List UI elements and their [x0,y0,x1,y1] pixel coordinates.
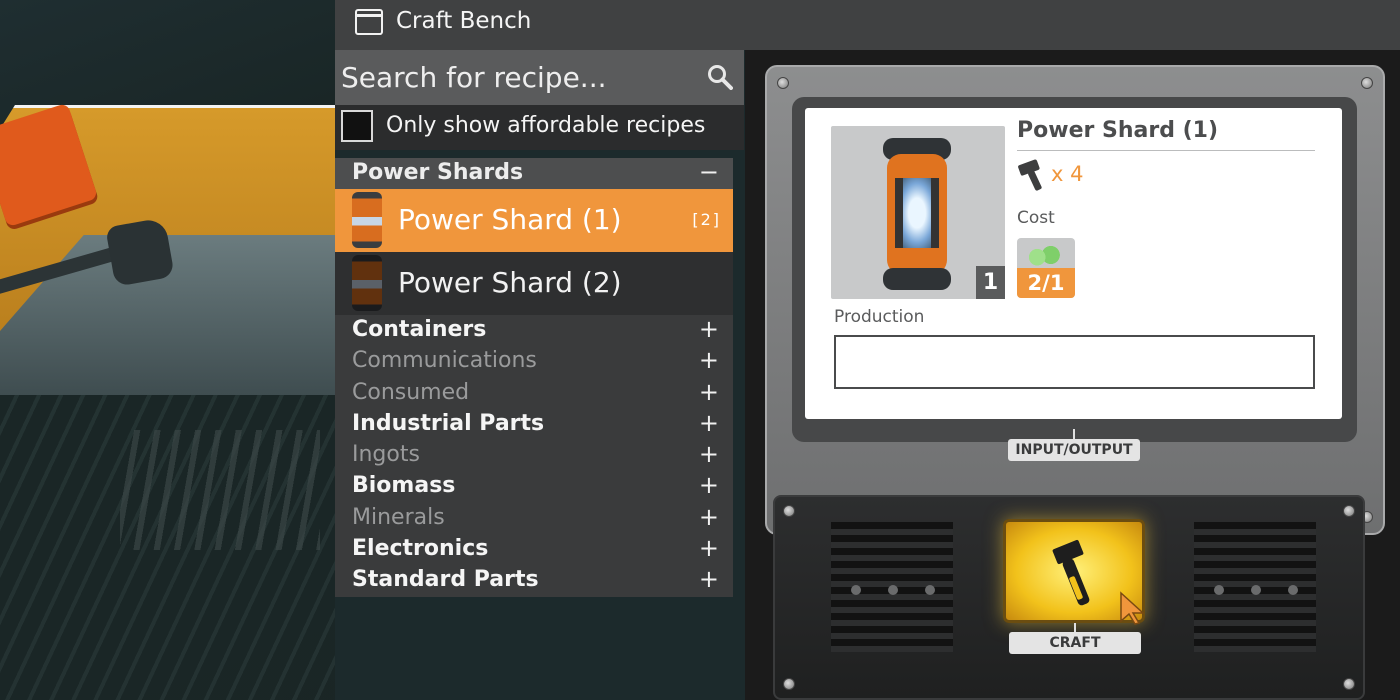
category-standard-parts[interactable]: Standard Parts + [335,565,733,597]
power-shard-thumbnail [352,192,382,248]
rivet [1343,505,1355,517]
hammer-icon [1052,539,1090,606]
search-icon[interactable] [707,64,733,90]
recipe-label: Power Shard (2) [398,266,622,299]
output-quantity-badge: 1 [976,266,1005,299]
expand-toggle[interactable]: + [699,440,719,468]
search-input[interactable] [335,50,695,105]
affordable-filter-checkbox[interactable] [341,110,373,142]
category-label: Ingots [352,442,420,468]
category-power-shards[interactable]: Power Shards − [335,158,733,189]
expand-toggle[interactable]: + [699,565,719,593]
category-label: Consumed [352,379,470,405]
category-industrial-parts[interactable]: Industrial Parts + [335,408,733,441]
category-communications[interactable]: Communications + [335,346,733,378]
expand-toggle[interactable]: + [699,503,719,531]
affordable-filter-label: Only show affordable recipes [386,113,706,138]
window-icon [355,9,383,35]
category-label: Containers [352,317,487,342]
category-containers[interactable]: Containers + [335,315,733,347]
screen-bezel: 1 Power Shard (1) x 4 Cost 2/1 Productio… [792,97,1357,442]
expand-toggle[interactable]: + [699,378,719,406]
hammer-head [105,217,175,287]
divider [1017,150,1315,151]
biomass-icon [1027,244,1061,266]
rivet [1361,77,1373,89]
recipe-item-power-shard-1[interactable]: Power Shard (1) [2] [335,189,733,252]
category-label: Minerals [352,504,445,530]
rivet [783,505,795,517]
rivet [783,678,795,690]
detail-monitor: 1 Power Shard (1) x 4 Cost 2/1 Productio… [765,65,1385,535]
category-electronics[interactable]: Electronics + [335,534,733,566]
craft-console: CRAFT [773,495,1365,700]
recipe-count: [2] [692,210,721,229]
hammer-icon [1018,159,1042,191]
item-preview: 1 [831,126,1005,299]
game-world-background [0,0,335,700]
power-shard-thumbnail [352,255,382,311]
craft-bench-device: 1 Power Shard (1) x 4 Cost 2/1 Productio… [745,50,1400,700]
rivet [1343,678,1355,690]
craft-label: CRAFT [1009,632,1141,654]
expand-toggle[interactable]: + [699,346,719,374]
indicator-dots-left [831,585,953,597]
recipe-detail-screen: 1 Power Shard (1) x 4 Cost 2/1 Productio… [805,108,1342,419]
recipe-label: Power Shard (1) [398,203,622,236]
category-label: Biomass [352,473,456,499]
expand-toggle[interactable]: + [699,471,719,499]
recipe-list-panel: Only show affordable recipes Power Shard… [335,50,745,700]
power-shard-image [881,138,953,290]
expand-toggle[interactable]: + [699,409,719,437]
recipe-item-power-shard-2[interactable]: Power Shard (2) [335,252,733,315]
input-output-label: INPUT/OUTPUT [1008,439,1140,461]
affordable-filter-row[interactable]: Only show affordable recipes [335,105,744,150]
category-label: Standard Parts [352,567,539,593]
category-label: Communications [352,348,537,374]
production-label: Production [834,307,925,327]
expand-toggle[interactable]: + [699,315,719,343]
rivet [777,77,789,89]
category-consumed[interactable]: Consumed + [335,377,733,409]
category-minerals[interactable]: Minerals + [335,502,733,535]
recipe-category-list: Power Shards − Power Shard (1) [2] Power… [335,158,733,597]
cost-label: Cost [1017,208,1055,228]
expand-toggle[interactable]: + [699,534,719,562]
tool-rack [120,430,320,550]
cursor-pointer-icon [1120,591,1145,625]
item-name: Power Shard (1) [1017,118,1219,143]
production-queue[interactable] [834,335,1315,389]
cost-ingredient[interactable]: 2/1 [1017,238,1075,298]
category-label: Industrial Parts [352,410,545,436]
indicator-dots-right [1194,585,1316,597]
window-title: Craft Bench [396,8,532,34]
category-biomass[interactable]: Biomass + [335,471,733,503]
cost-amount: 2/1 [1017,268,1075,298]
search-bar [335,50,744,105]
collapse-toggle[interactable]: − [699,158,719,186]
category-label: Power Shards [352,160,524,185]
title-bar: Craft Bench [335,0,1400,50]
category-ingots[interactable]: Ingots + [335,440,733,472]
tool-multiplier: x 4 [1051,162,1084,186]
category-label: Electronics [352,536,489,562]
